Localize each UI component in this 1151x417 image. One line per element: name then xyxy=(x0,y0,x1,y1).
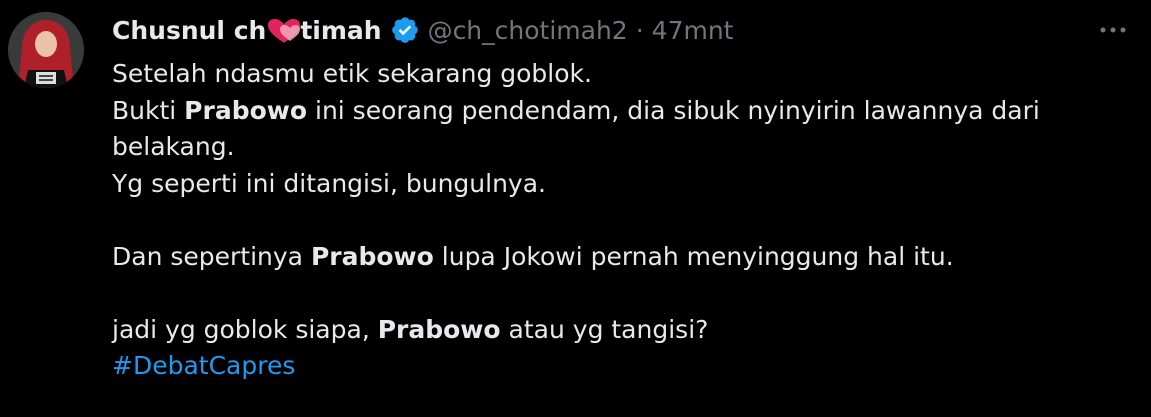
text-segment: jadi yg goblok siapa, xyxy=(112,314,378,344)
avatar[interactable] xyxy=(8,12,84,88)
separator-dot: · xyxy=(635,15,644,45)
tweet-hashtag-line: #DebatCapres xyxy=(112,348,1132,385)
verified-badge-icon[interactable] xyxy=(390,15,420,45)
display-name[interactable]: Chusnul ch timah xyxy=(112,16,382,45)
text-segment: Bukti xyxy=(112,95,185,125)
text-segment: ini seorang pendendam, dia sibuk nyinyir… xyxy=(307,95,1040,125)
avatar-image xyxy=(8,12,84,88)
tweet: Chusnul ch timah @ch_chotimah2 · 47mnt S… xyxy=(0,0,1151,417)
hashtag-link[interactable]: #DebatCapres xyxy=(112,351,295,380)
tweet-line-6: jadi yg goblok siapa, Prabowo atau yg ta… xyxy=(112,312,1132,349)
display-name-suffix: timah xyxy=(300,15,382,45)
tweet-text: Setelah ndasmu etik sekarang goblok. Buk… xyxy=(112,56,1132,385)
more-options-icon[interactable] xyxy=(1095,20,1131,40)
mention-prabowo: Prabowo xyxy=(310,241,434,271)
display-name-prefix: Chusnul ch xyxy=(112,15,267,45)
mention-prabowo: Prabowo xyxy=(184,95,308,125)
tweet-line-1: Setelah ndasmu etik sekarang goblok. xyxy=(112,59,592,88)
tweet-timestamp[interactable]: 47mnt xyxy=(652,16,734,45)
tweet-header: Chusnul ch timah @ch_chotimah2 · 47mnt xyxy=(112,10,733,50)
tweet-line-2: Bukti Prabowo ini seorang pendendam, dia… xyxy=(112,93,1132,130)
heart-icon xyxy=(268,19,301,43)
mention-prabowo: Prabowo xyxy=(377,314,501,344)
user-handle[interactable]: @ch_chotimah2 xyxy=(428,16,628,45)
tweet-line-4: Yg seperti ini ditangisi, bungulnya. xyxy=(112,168,546,198)
tweet-line-5: Dan sepertinya Prabowo lupa Jokowi perna… xyxy=(112,239,1132,276)
text-segment: Dan sepertinya xyxy=(112,241,311,271)
tweet-line-3: belakang. xyxy=(112,132,235,161)
text-segment: atau yg tangisi? xyxy=(500,314,709,344)
text-segment: lupa Jokowi pernah menyinggung hal itu. xyxy=(433,241,954,271)
